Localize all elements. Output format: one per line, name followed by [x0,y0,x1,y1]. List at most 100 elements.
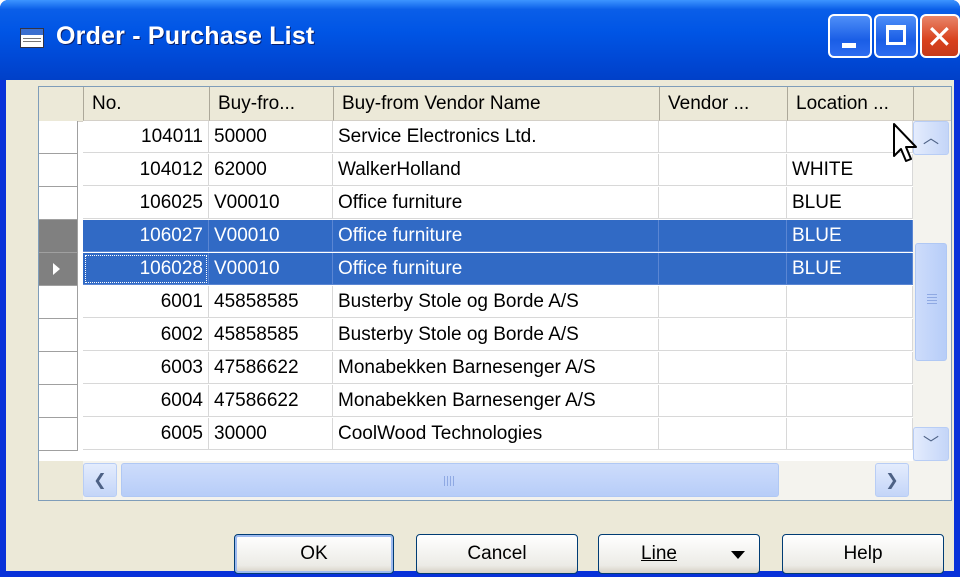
cell-vendor-name[interactable]: WalkerHolland [333,154,659,186]
line-menu-button[interactable]: Line [598,534,760,574]
ok-button[interactable]: OK [234,534,394,574]
cell-vendor-name[interactable]: CoolWood Technologies [333,418,659,450]
cell-location[interactable]: BLUE [787,253,913,285]
cell-buy-from[interactable]: 62000 [209,154,333,186]
row-selector[interactable] [39,286,78,319]
table-row[interactable]: 106027 V00010 Office furniture BLUE [39,220,951,253]
maximize-button[interactable] [874,14,918,58]
column-header-location[interactable]: Location ... [787,87,913,121]
row-selector[interactable] [39,121,78,154]
current-row-arrow-icon [53,263,60,275]
cell-buy-from[interactable]: 45858585 [209,319,333,351]
purchase-table: No. Buy-fro... Buy-from Vendor Name Vend… [38,86,952,501]
cell-vendor-name[interactable]: Service Electronics Ltd. [333,121,659,153]
cell-no[interactable]: 6003 [83,352,209,384]
help-button[interactable]: Help [782,534,944,574]
row-selector[interactable] [39,187,78,220]
column-header-vendor[interactable]: Vendor ... [659,87,787,121]
cell-vendor[interactable] [659,220,787,252]
minimize-icon [842,43,856,48]
cell-location[interactable] [787,418,913,450]
row-selector[interactable] [39,385,78,418]
table-row[interactable]: 6002 45858585 Busterby Stole og Borde A/S [39,319,951,352]
purchase-list-window: Order - Purchase List ✕ No. Buy-fro... B… [0,0,960,577]
cell-no[interactable]: 106027 [83,220,209,252]
maximize-icon [886,25,906,45]
table-row[interactable]: 6004 47586622 Monabekken Barnesenger A/S [39,385,951,418]
cell-vendor-name[interactable]: Busterby Stole og Borde A/S [333,319,659,351]
cell-location[interactable] [787,352,913,384]
cell-no[interactable]: 6005 [83,418,209,450]
cell-location[interactable]: BLUE [787,187,913,219]
cell-vendor[interactable] [659,121,787,153]
table-row[interactable]: 106025 V00010 Office furniture BLUE [39,187,951,220]
grip-icon [927,294,937,304]
cell-location[interactable]: BLUE [787,220,913,252]
table-row[interactable]: 104012 62000 WalkerHolland WHITE [39,154,951,187]
chevron-down-icon [731,551,745,559]
cell-vendor-name[interactable]: Office furniture [333,220,659,252]
horizontal-scrollbar[interactable]: ❮ ❯ [39,461,951,500]
table-row[interactable]: 104011 50000 Service Electronics Ltd. [39,121,951,154]
cell-vendor[interactable] [659,319,787,351]
table-row[interactable]: 106028 V00010 Office furniture BLUE [39,253,951,286]
close-button[interactable]: ✕ [920,14,960,58]
table-row[interactable]: 6001 45858585 Busterby Stole og Borde A/S [39,286,951,319]
vertical-scroll-thumb[interactable] [915,243,947,361]
row-selector[interactable] [39,418,78,451]
cell-buy-from[interactable]: 50000 [209,121,333,153]
cell-no[interactable]: 104011 [83,121,209,153]
cell-location[interactable] [787,385,913,417]
cell-buy-from[interactable]: 45858585 [209,286,333,318]
scroll-left-button[interactable]: ❮ [83,463,117,497]
cell-no[interactable]: 106025 [83,187,209,219]
horizontal-scroll-thumb[interactable] [121,463,779,497]
line-button-label: Line [641,543,677,564]
cell-vendor[interactable] [659,286,787,318]
cancel-button[interactable]: Cancel [416,534,578,574]
row-selector[interactable] [39,220,78,253]
cell-no[interactable]: 6002 [83,319,209,351]
minimize-button[interactable] [828,14,872,58]
cell-vendor[interactable] [659,154,787,186]
cell-buy-from[interactable]: V00010 [209,253,333,285]
cell-buy-from[interactable]: V00010 [209,220,333,252]
cell-location[interactable] [787,319,913,351]
mouse-cursor-icon [893,123,917,162]
cell-vendor[interactable] [659,385,787,417]
row-selector[interactable] [39,319,78,352]
cell-no[interactable]: 106028 [83,253,209,285]
cell-buy-from[interactable]: 47586622 [209,352,333,384]
cell-location[interactable] [787,286,913,318]
cell-vendor-name[interactable]: Monabekken Barnesenger A/S [333,385,659,417]
grip-icon [444,476,456,486]
cell-vendor[interactable] [659,418,787,450]
scroll-down-button[interactable]: ﹀ [913,427,949,461]
cell-vendor-name[interactable]: Busterby Stole og Borde A/S [333,286,659,318]
cell-vendor-name[interactable]: Office furniture [333,253,659,285]
cell-vendor[interactable] [659,253,787,285]
cell-vendor[interactable] [659,352,787,384]
table-row[interactable]: 6005 30000 CoolWood Technologies [39,418,951,451]
table-row[interactable]: 6003 47586622 Monabekken Barnesenger A/S [39,352,951,385]
column-header-buy-from[interactable]: Buy-fro... [209,87,333,121]
row-selector[interactable] [39,154,78,187]
row-selector[interactable] [39,352,78,385]
column-header-vendor-name[interactable]: Buy-from Vendor Name [333,87,659,121]
cell-vendor-name[interactable]: Monabekken Barnesenger A/S [333,352,659,384]
column-header-no[interactable]: No. [83,87,209,121]
cell-buy-from[interactable]: 30000 [209,418,333,450]
cell-buy-from[interactable]: V00010 [209,187,333,219]
chevron-left-icon: ❮ [93,470,107,489]
cell-no[interactable]: 6001 [83,286,209,318]
chevron-down-icon: ﹀ [922,434,939,453]
scroll-right-button[interactable]: ❯ [875,463,909,497]
cell-vendor-name[interactable]: Office furniture [333,187,659,219]
cell-vendor[interactable] [659,187,787,219]
cell-no[interactable]: 6004 [83,385,209,417]
cell-no[interactable]: 104012 [83,154,209,186]
vertical-scrollbar[interactable]: ︿ ﹀ [913,121,951,461]
title-bar[interactable]: Order - Purchase List ✕ [0,0,960,80]
row-selector[interactable] [39,253,78,286]
cell-buy-from[interactable]: 47586622 [209,385,333,417]
